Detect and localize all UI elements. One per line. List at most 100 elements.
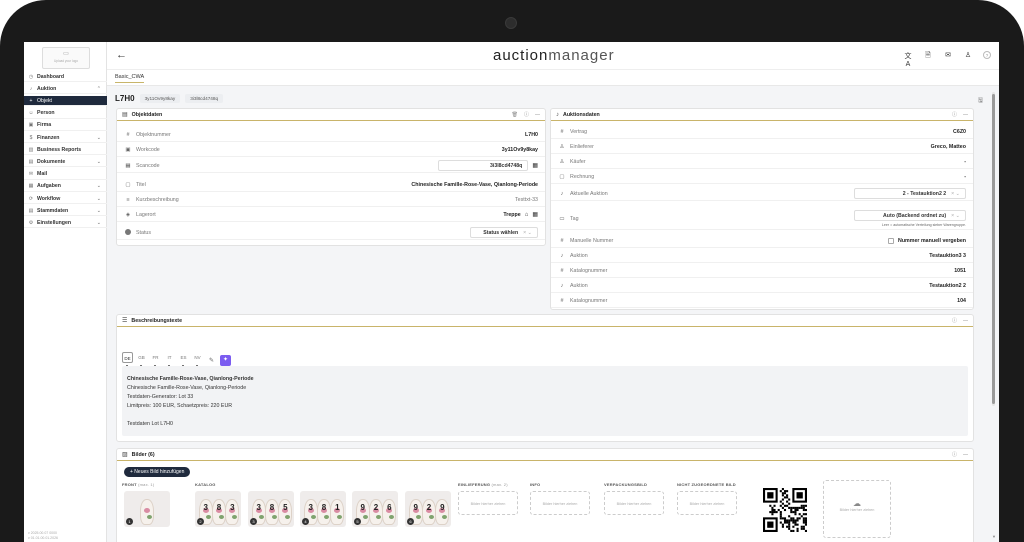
scancode-field[interactable]: 3i3l8cd4748q (438, 160, 529, 171)
info-icon[interactable]: ⓘ (952, 111, 957, 118)
calendar-icon[interactable]: 🗎 (923, 51, 933, 68)
collapse-icon[interactable]: — (535, 112, 540, 118)
sidebar-item-workflow[interactable]: ⟳ Workflow ⌄ (24, 194, 107, 204)
leaf-pattern (416, 515, 421, 519)
collapse-icon[interactable]: — (963, 452, 968, 458)
tag-select[interactable]: Auto (Backend ordnet zu) × ⌄ (854, 210, 966, 221)
add-image-button[interactable]: + Neues Bild hinzufügen (124, 467, 191, 477)
sidebar-item-label: Einstellungen (37, 219, 72, 226)
scrollbar[interactable] (992, 92, 995, 406)
lang-tab-gb[interactable]: GB (136, 352, 147, 363)
pencil-icon[interactable]: ✎ (206, 357, 217, 364)
sidebar-item-business-reports[interactable]: ▥ Business Reports (24, 145, 107, 156)
sidebar-item-finanzen[interactable]: $ Finanzen ⌄ (24, 133, 107, 143)
info-icon[interactable]: ⓘ (524, 111, 529, 118)
overlay-digit: 6 (387, 503, 392, 512)
help-icon[interactable]: ? (983, 51, 991, 59)
auction-row-icon: ♙ (559, 158, 565, 165)
object-row-status: Status Status wählen × ⌄ (117, 226, 545, 240)
collapse-icon[interactable]: — (963, 318, 968, 324)
back-arrow-icon[interactable]: ← (116, 49, 127, 61)
logo-placeholder[interactable]: ▭ Upload your logo (42, 47, 90, 69)
auction-row-9: ♪ Auktion Testauktion2 2 (551, 279, 973, 293)
tab-basic-cwa[interactable]: Basic_CWA (115, 74, 145, 83)
translate-icon[interactable]: 文A (903, 51, 913, 68)
row-label: Vertrag (570, 128, 588, 135)
info-icon[interactable]: ⓘ (952, 317, 957, 324)
drop-zone-nicht-zugeordnet[interactable]: Bilder hierher ziehen (677, 491, 737, 515)
collapse-icon[interactable]: — (963, 112, 968, 118)
sidebar-item-aufgaben[interactable]: ▦ Aufgaben ⌄ (24, 182, 107, 192)
manual-number-checkbox[interactable] (888, 237, 894, 244)
row-value: - (964, 173, 966, 180)
lang-tab-es[interactable]: ES (178, 352, 189, 363)
sidebar-item-stammdaten[interactable]: ▤ Stammdaten ⌄ (24, 206, 107, 217)
group-einlieferung-label: EINLIEFERUNG (458, 482, 491, 487)
auction-row-6: # Manuelle Nummer Nummer manuell vergeben (551, 234, 973, 248)
upload-zone[interactable]: ☁ Bilder hierher ziehen (823, 480, 891, 538)
objektdaten-card: ▤ Objektdaten 🗑 ⓘ — # Objektnummer L7H0 ▣ Wo… (116, 108, 546, 246)
drop-zone-einlieferung[interactable]: Bilder hierher ziehen (458, 491, 518, 515)
sidebar-item-dokumente[interactable]: ▤ Dokumente ⌄ (24, 157, 107, 168)
trash-icon[interactable]: 🗑 (512, 112, 518, 118)
clear-icon[interactable]: × ⌄ (951, 213, 960, 219)
aktuelle-auktion-select[interactable]: 2 - Testauktion2 2 × ⌄ (854, 188, 966, 199)
qr-icon[interactable]: ▦ (532, 211, 538, 218)
sidebar-item-person[interactable]: ☺ Person (24, 109, 107, 119)
auction-row-icon: ▢ (559, 173, 565, 180)
ai-translate-button[interactable]: ✦ (220, 354, 231, 366)
clear-icon[interactable]: × ⌄ (951, 191, 960, 197)
version-info: v 2025.00.07 0000 v 01.01.00.01.2026 (28, 531, 58, 540)
lang-tab-nv[interactable]: NV (192, 352, 203, 363)
overlay-digit: 9 (413, 503, 418, 512)
status-select[interactable]: Status wählen × ⌄ (470, 227, 538, 238)
sidebar-item-einstellungen[interactable]: ⚙ Einstellungen ⌄ (24, 218, 107, 229)
object-header: L7H0 3y11Ov9y8kay 3i3l8cd4748q (115, 94, 224, 103)
scroll-down-arrow[interactable]: ▼ (992, 534, 996, 539)
mail-icon[interactable]: ✉ (943, 51, 953, 68)
card-title: Bilder (6) (131, 451, 155, 458)
row-value: Testauktion2 2 (929, 282, 966, 289)
object-card-icon: ▤ (122, 112, 128, 118)
image-thumbnail[interactable]: 3853 (248, 491, 294, 527)
image-thumbnail[interactable]: 929 6 (405, 491, 451, 527)
qr-icon[interactable]: ▦ (532, 162, 538, 169)
sidebar-item-mail[interactable]: ✉ Mail (24, 170, 107, 180)
clear-icon[interactable]: × ⌄ (523, 230, 532, 236)
lang-tab-fr[interactable]: FR (150, 352, 161, 363)
sidebar-item-dashboard[interactable]: ◷ Dashboard (24, 72, 107, 82)
sidebar-item-firma[interactable]: ▣ Firma (24, 121, 107, 131)
workcode-pill[interactable]: 3y11Ov9y8kay (139, 94, 181, 103)
sidebar-item-icon: ▤ (28, 207, 34, 214)
card-title: Auktionsdaten (563, 111, 600, 118)
auction-row-icon: # (560, 237, 564, 244)
sidebar-item-objekt[interactable]: + Objekt (24, 96, 107, 107)
row-label: Manuelle Nummer (570, 237, 614, 244)
image-thumbnail[interactable]: 381 4 (300, 491, 346, 527)
lang-tab-de[interactable]: DE (122, 352, 133, 363)
auction-row-3: ▢ Rechnung - (551, 170, 973, 184)
description-text[interactable]: Chinesische Famille-Rose-Vase, Qianlong-… (122, 366, 968, 436)
logo-text: Upload your logo (53, 59, 79, 63)
row-label: Katalognummer (570, 267, 608, 274)
chevron-icon: ⌄ (96, 158, 101, 165)
scancode-value: 3i3l8cd4748q (490, 162, 523, 169)
group-info: INFO (530, 482, 541, 487)
scancode-pill[interactable]: 3i3l8cd4748q (185, 94, 224, 103)
save-icon[interactable]: 🖫 (978, 96, 983, 106)
sidebar-item-label: Stammdaten (37, 207, 69, 214)
status-dot-icon (125, 228, 131, 235)
sidebar-item-auktion[interactable]: ♪ Auktion ⌃ (24, 84, 107, 95)
drop-zone-verpackung[interactable]: Bilder hierher ziehen (604, 491, 664, 515)
description-line: Testdaten-Generator: Lot 33 (127, 394, 194, 400)
image-thumbnail[interactable]: 383 2 (195, 491, 241, 527)
scrollbar-thumb[interactable] (992, 94, 995, 404)
basket-icon[interactable]: ⌂ (525, 212, 529, 218)
user-icon[interactable]: ♙ (963, 51, 973, 68)
info-icon[interactable]: ⓘ (952, 451, 957, 458)
drop-zone-info[interactable]: Bilder hierher ziehen (530, 491, 590, 515)
image-thumbnail[interactable]: 926 5 (352, 491, 398, 527)
catalog-number-overlay: 383 (199, 503, 239, 512)
image-thumbnail[interactable]: 1 (124, 491, 170, 527)
lang-tab-it[interactable]: IT (164, 352, 175, 363)
